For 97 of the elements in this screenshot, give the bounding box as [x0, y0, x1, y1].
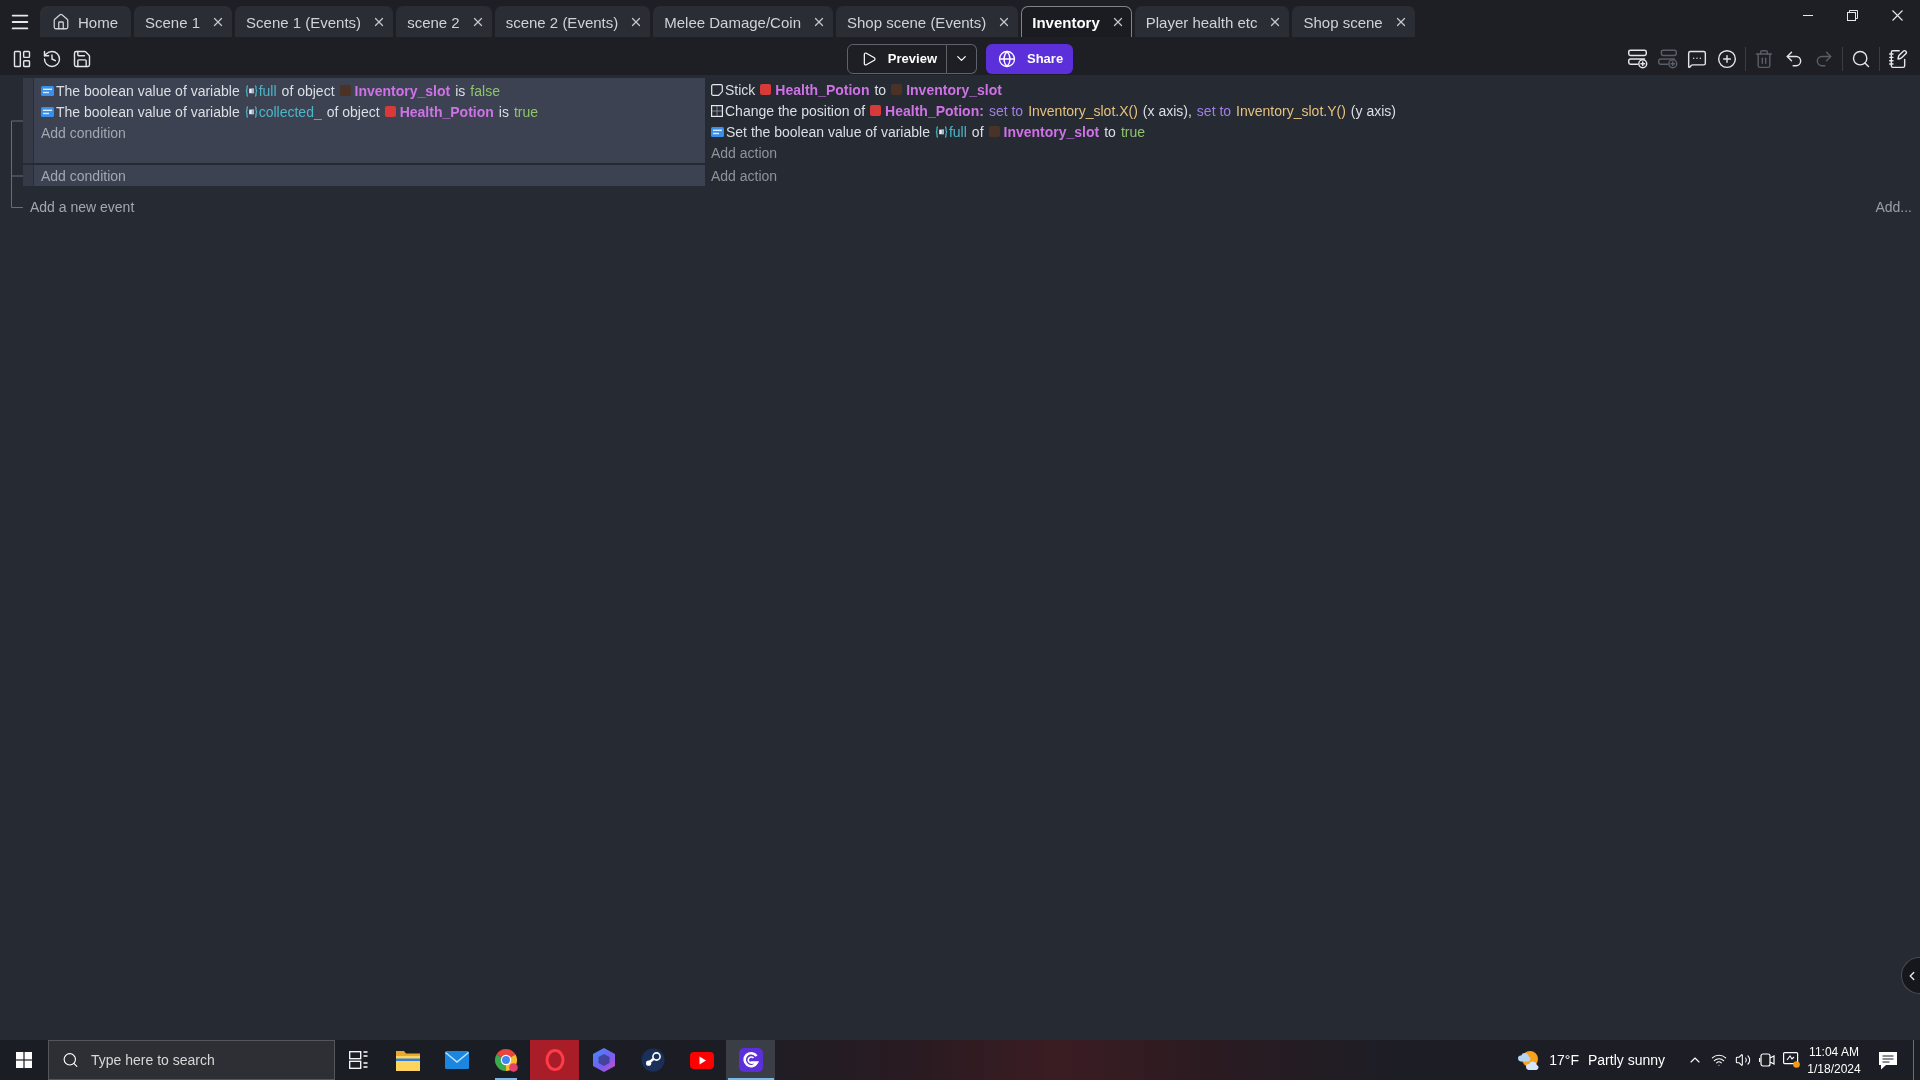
taskbar-app-button[interactable]	[726, 1040, 775, 1080]
piston-circle-icon	[640, 1048, 665, 1072]
add-action-link[interactable]: Add action	[711, 144, 778, 161]
globe-icon	[998, 49, 1016, 68]
add-menu-link[interactable]: Add...	[1875, 198, 1912, 215]
action-text: (y axis)	[1350, 102, 1396, 119]
action-text: Set the boolean value of variable	[726, 123, 930, 140]
house-icon	[52, 13, 70, 31]
close-icon[interactable]	[812, 15, 826, 29]
add-condition-link[interactable]: Add condition	[41, 124, 126, 141]
color-wheel-icon	[493, 1048, 518, 1072]
layout-icon	[12, 48, 32, 69]
variable-name: full	[948, 123, 967, 140]
close-icon	[1892, 9, 1903, 21]
add-rows-icon	[1626, 48, 1648, 69]
braces-icon	[244, 84, 258, 97]
restore-icon	[1847, 9, 1858, 21]
save-icon	[72, 48, 92, 69]
braces-icon	[244, 105, 258, 118]
minimize-icon	[1802, 14, 1813, 16]
search-icon	[62, 1051, 79, 1069]
sun-cloud-icon	[1517, 1049, 1542, 1071]
editor-tab[interactable]: Player health etc	[1134, 6, 1290, 37]
play-icon	[689, 1051, 714, 1069]
search-field[interactable]: Type here to search	[48, 1040, 335, 1080]
object-name: Health_Potion	[399, 103, 494, 120]
condition-text: of object	[281, 82, 335, 99]
collapse-button[interactable]	[1901, 957, 1920, 994]
condition-text: The boolean value of variable	[56, 103, 240, 120]
ring-icon	[544, 1049, 565, 1071]
object-name: Health_Potion:	[885, 102, 984, 119]
hexagon-icon	[592, 1048, 615, 1072]
weather-text: Partly sunny	[1587, 1052, 1665, 1068]
envelope-icon	[444, 1051, 469, 1069]
comment-icon	[1687, 48, 1707, 69]
keyword-text: set to	[1196, 102, 1232, 119]
object-name: Inventory_slot	[1003, 123, 1100, 140]
notification-icon	[1878, 1050, 1898, 1070]
add-event-link[interactable]: Add a new event	[30, 198, 135, 215]
swirl-icon	[738, 1048, 763, 1072]
keyword-text: set to	[988, 102, 1024, 119]
object-name: Health_Potion	[775, 81, 870, 98]
clock-time[interactable]: 11:04 AM	[1809, 1044, 1859, 1059]
action-text: of	[971, 123, 984, 140]
windows-logo-icon	[16, 1052, 32, 1068]
editor-tab[interactable]: Inventory	[1021, 6, 1132, 37]
expression-text: Inventory_slot.X()	[1028, 102, 1138, 119]
variable-icon	[41, 106, 54, 117]
add-rows-icon	[1656, 48, 1678, 69]
condition-text: of object	[326, 103, 380, 120]
object-name: Inventory_slot	[354, 82, 451, 99]
trash-icon	[1754, 48, 1774, 69]
editor-tab[interactable]: Shop scene	[1292, 6, 1415, 37]
editor-tab[interactable]: Shop scene (Events)	[836, 6, 1019, 37]
home-tab[interactable]: Home	[40, 6, 131, 37]
action-text: (x axis),	[1142, 102, 1192, 119]
value-text: true	[1120, 123, 1146, 140]
editor-tab[interactable]: scene 2	[396, 6, 492, 37]
grid-icon	[711, 104, 723, 117]
condition-text: is	[455, 82, 466, 99]
variable-name: full	[258, 82, 277, 99]
editor-tab[interactable]: scene 2 (Events)	[494, 6, 651, 37]
task-view-icon	[349, 1051, 369, 1069]
monitor-icon	[1782, 1052, 1800, 1068]
action-text: to	[1104, 123, 1116, 140]
action-text: to	[874, 81, 887, 98]
variable-icon	[41, 85, 54, 96]
editor-tab[interactable]: Scene 1 (Events)	[235, 6, 394, 37]
preview-button[interactable]: Preview	[846, 43, 947, 74]
editor-tab[interactable]: Melee Damage/Coin	[653, 6, 833, 37]
braces-icon	[934, 125, 948, 138]
action-text: Change the position of	[725, 102, 866, 119]
variable-icon	[711, 126, 724, 137]
share-button[interactable]: Share	[986, 43, 1074, 74]
value-text: false	[470, 82, 500, 99]
search-icon	[1851, 48, 1871, 69]
preview-options-button[interactable]	[947, 43, 977, 74]
camera-icon	[1759, 1053, 1775, 1067]
editor-tab[interactable]: Scene 1	[134, 6, 233, 37]
expression-text: Inventory_slot.Y()	[1236, 102, 1346, 119]
notebook-pen-icon	[1888, 48, 1908, 69]
condition-text: is	[498, 103, 509, 120]
value-text: true	[513, 103, 539, 120]
condition-text: The boolean value of variable	[56, 82, 240, 99]
wifi-icon	[1711, 1052, 1727, 1068]
action-text: Stick	[725, 81, 756, 98]
object-name: Inventory_slot	[906, 81, 1002, 98]
plus-circle-icon	[1717, 48, 1737, 69]
add-condition-link[interactable]: Add condition	[41, 167, 126, 184]
clock-date[interactable]: 1/18/2024	[1807, 1061, 1861, 1076]
variable-name: collected_	[258, 103, 322, 120]
note-icon	[711, 83, 723, 96]
add-action-link[interactable]: Add action	[711, 167, 778, 184]
speaker-icon	[1735, 1052, 1751, 1068]
temperature-text: 17°F	[1549, 1052, 1579, 1068]
history-icon	[42, 48, 62, 69]
folder-icon	[395, 1049, 420, 1071]
